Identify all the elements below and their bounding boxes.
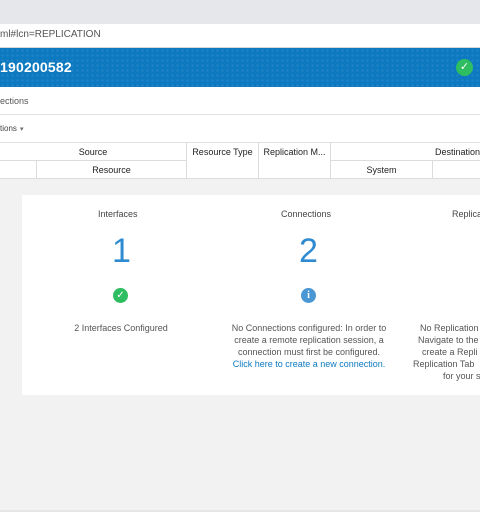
url-text[interactable]: ml#lcn=REPLICATION (0, 29, 101, 40)
system-name: 190200582 (0, 59, 72, 75)
browser-tab-strip (0, 0, 480, 24)
connections-title: Connections (281, 209, 332, 219)
interfaces-title: Interfaces (98, 209, 138, 219)
check-circle-icon: ✓ (113, 288, 128, 303)
interfaces-description: 2 Interfaces Configured (74, 323, 168, 333)
system-health-check-icon[interactable]: ✓ (456, 59, 473, 76)
address-bar[interactable]: ml#lcn=REPLICATION (0, 24, 480, 48)
interfaces-count[interactable]: 1 (112, 232, 131, 271)
column-replication-mode[interactable]: Replication M... (259, 143, 331, 179)
connections-count[interactable]: 2 (299, 232, 318, 271)
chevron-down-icon[interactable]: ▾ (20, 125, 24, 133)
info-circle-icon: i (301, 288, 316, 303)
app-header: 190200582 (0, 48, 480, 87)
column-group-source: Source (0, 143, 187, 161)
column-resource-type[interactable]: Resource Type (187, 143, 259, 179)
breadcrumb-bar: ections (0, 87, 480, 115)
column-group-destination: Destination (331, 143, 480, 161)
column-source-resource[interactable]: Resource (37, 161, 187, 179)
actions-dropdown[interactable]: tions (0, 124, 17, 133)
column-destination-system[interactable]: System (331, 161, 433, 179)
replication-title: Replica (452, 209, 480, 219)
column-source-system[interactable] (0, 161, 37, 179)
replication-overview-card: Interfaces 1 ✓ 2 Interfaces Configured C… (22, 195, 480, 395)
filter-bar: tions ▾ (0, 115, 480, 143)
column-destination-resource[interactable] (433, 161, 480, 179)
create-connection-link[interactable]: Click here to create a new connection. (209, 358, 409, 370)
sessions-table-header: Source Resource Resource Type Replicatio… (0, 143, 480, 179)
replication-description: No Replication Navigate to the create a … (413, 323, 480, 381)
connections-description: No Connections configured: In order to c… (209, 322, 409, 370)
tab-connections[interactable]: ections (0, 96, 29, 106)
